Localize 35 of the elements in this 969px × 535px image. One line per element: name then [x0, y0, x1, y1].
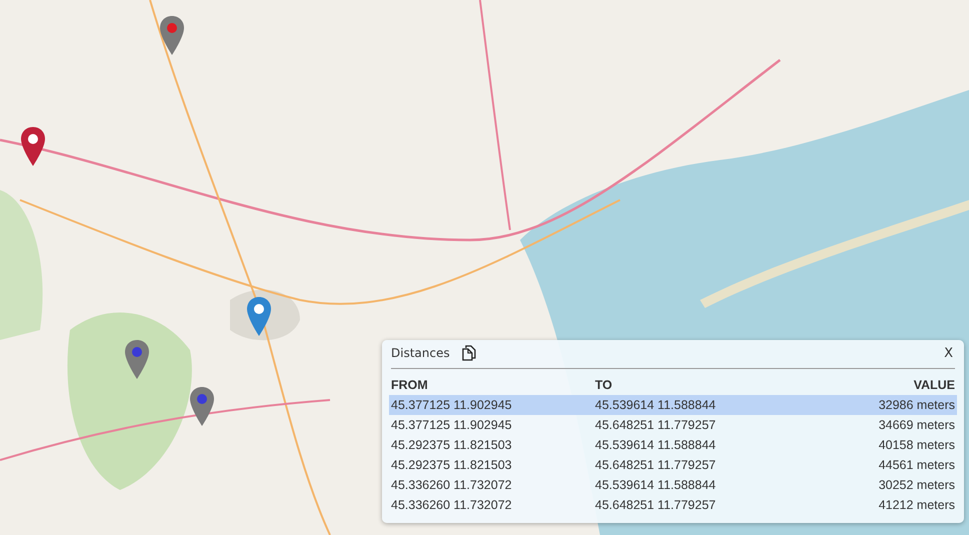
table-row[interactable]: 45.336260 11.732072 45.539614 11.588844 30252 meters	[389, 475, 957, 495]
table-cell-text: 32986 meters	[878, 398, 955, 412]
column-header: VALUE	[912, 378, 955, 392]
table-cell-text: 45.336260 11.732072	[391, 478, 513, 492]
map-pin-icon[interactable]	[20, 126, 46, 167]
table-cell-text: 45.539614 11.588844	[595, 438, 717, 452]
table-cell-text: 30252 meters	[878, 478, 955, 492]
table-row[interactable]: 45.377125 11.902945 45.539614 11.588844 32986 meters	[389, 395, 957, 415]
close-button[interactable]: X	[942, 346, 955, 360]
table-cell-text: 45.292375 11.821503	[391, 458, 513, 472]
table-cell-text: 34669 meters	[878, 418, 955, 432]
column-header: FROM	[391, 378, 429, 392]
table-cell-text: 45.377125 11.902945	[391, 418, 513, 432]
table-cell-text: 45.648251 11.779257	[595, 418, 717, 432]
table-cell-text: 45.377125 11.902945	[391, 398, 513, 412]
table-cell-text: 41212 meters	[878, 498, 955, 512]
table-cell-text: 45.336260 11.732072	[391, 498, 513, 512]
table-cell-text: 45.292375 11.821503	[391, 438, 513, 452]
table-row[interactable]: 45.377125 11.902945 45.648251 11.779257 34669 meters	[389, 415, 957, 435]
panel-title: Distances	[391, 346, 450, 360]
table-row[interactable]: 45.292375 11.821503 45.648251 11.779257 44561 meters	[389, 455, 957, 475]
table-cell-text: 45.539614 11.588844	[595, 478, 717, 492]
table-cell-text: 45.539614 11.588844	[595, 398, 717, 412]
map-pin-icon[interactable]	[246, 296, 272, 337]
table-cell-text: 44561 meters	[878, 458, 955, 472]
map-pin-icon[interactable]	[124, 339, 150, 380]
map-pin-icon[interactable]	[159, 15, 185, 56]
column-header: TO	[595, 378, 614, 392]
table-cell-text: 40158 meters	[878, 438, 955, 452]
table-cell-text: 45.648251 11.779257	[595, 458, 717, 472]
table-cell-text: 45.648251 11.779257	[595, 498, 717, 512]
table-row[interactable]: 45.336260 11.732072 45.648251 11.779257 41212 meters	[389, 495, 957, 515]
map-pin-icon[interactable]	[189, 386, 215, 427]
copy-icon[interactable]	[462, 345, 476, 361]
table-row[interactable]: 45.292375 11.821503 45.539614 11.588844 40158 meters	[389, 435, 957, 455]
